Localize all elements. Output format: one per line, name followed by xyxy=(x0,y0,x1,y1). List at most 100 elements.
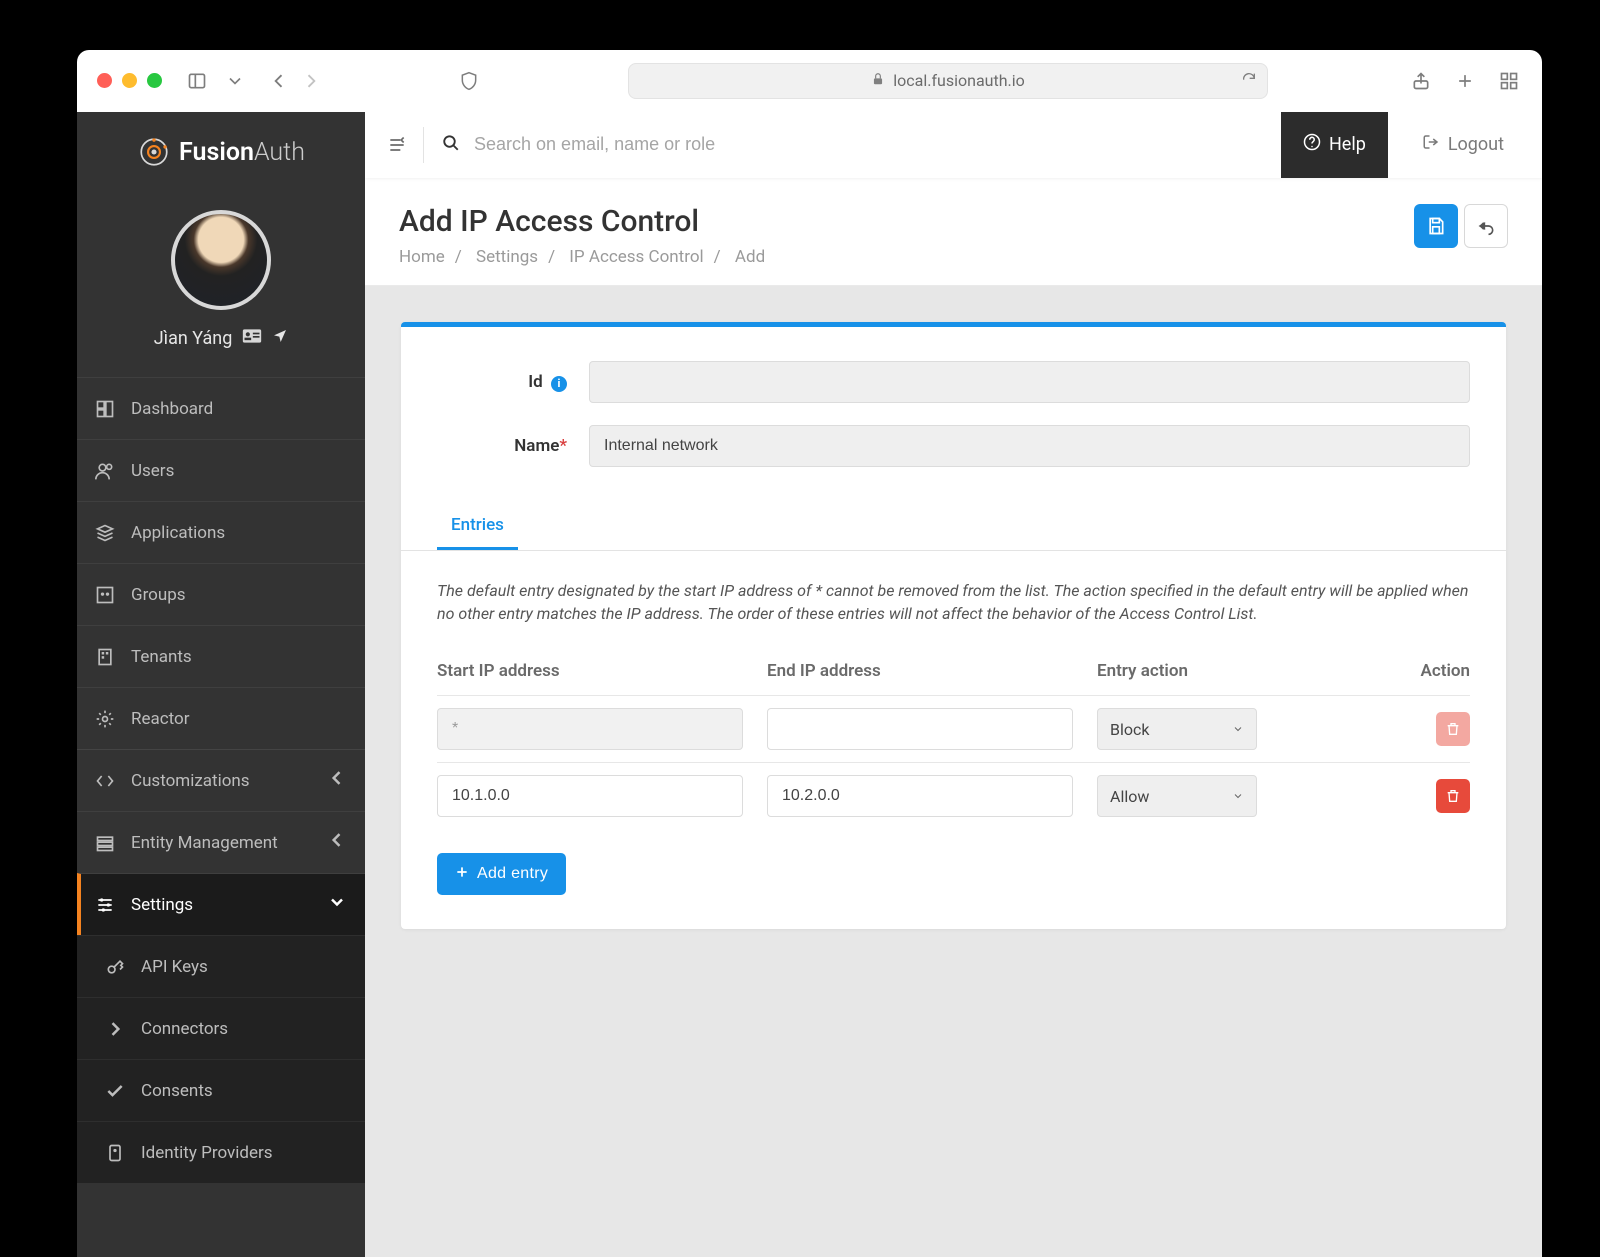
brand: FusionAuth xyxy=(77,112,365,192)
table-row: Block xyxy=(437,696,1470,763)
crumb[interactable]: Settings xyxy=(476,247,538,267)
share-icon[interactable] xyxy=(1408,68,1434,94)
crumb[interactable]: IP Access Control xyxy=(569,247,703,267)
trash-icon xyxy=(1445,788,1461,804)
window-controls xyxy=(97,73,162,88)
add-entry-label: Add entry xyxy=(477,865,548,883)
sidebar-item-dashboard[interactable]: Dashboard xyxy=(77,377,365,439)
back-button[interactable] xyxy=(1464,204,1508,248)
close-window-icon[interactable] xyxy=(97,73,112,88)
sidebar-item-label: Identity Providers xyxy=(141,1143,273,1163)
start-ip-input[interactable] xyxy=(437,775,743,817)
crumb: Add xyxy=(735,247,765,267)
sidebar-item-label: Customizations xyxy=(131,771,250,791)
chevron-left-icon xyxy=(327,768,347,793)
maximize-window-icon[interactable] xyxy=(147,73,162,88)
shield-icon[interactable] xyxy=(456,68,482,94)
sidebar-sub-consents[interactable]: Consents xyxy=(77,1059,365,1121)
sidebar-item-users[interactable]: Users xyxy=(77,439,365,501)
th-start: Start IP address xyxy=(437,661,767,681)
sidebar-item-tenants[interactable]: Tenants xyxy=(77,625,365,687)
user-block: Jìan Yáng xyxy=(77,192,365,377)
browser-window: local.fusionauth.io FusionAuth Jìan Yáng xyxy=(77,50,1542,1257)
logout-button[interactable]: Logout xyxy=(1406,133,1520,156)
url-text: local.fusionauth.io xyxy=(893,71,1025,90)
chevron-down-icon xyxy=(1232,723,1244,735)
end-ip-input[interactable] xyxy=(767,775,1073,817)
sidebar-item-label: Users xyxy=(131,461,174,481)
chevron-down-icon[interactable] xyxy=(222,68,248,94)
entries-table: Start IP address End IP address Entry ac… xyxy=(401,629,1506,829)
logout-label: Logout xyxy=(1448,134,1504,155)
tabs: Entries xyxy=(401,503,1506,551)
sidebar-item-entity-management[interactable]: Entity Management xyxy=(77,811,365,873)
sidebar-item-label: Settings xyxy=(131,895,193,915)
info-icon[interactable]: i xyxy=(551,376,567,392)
end-ip-input[interactable] xyxy=(767,708,1073,750)
sidebar-item-customizations[interactable]: Customizations xyxy=(77,749,365,811)
entry-action-select[interactable]: Block xyxy=(1097,708,1257,750)
nav-list: Dashboard Users Applications Groups Tena… xyxy=(77,377,365,1183)
sidebar-item-label: Groups xyxy=(131,585,186,605)
chevron-down-icon xyxy=(1232,790,1244,802)
page-title: Add IP Access Control xyxy=(399,204,765,239)
panel: Id i Name* Entries The default entry des… xyxy=(401,322,1506,929)
tabs-grid-icon[interactable] xyxy=(1496,68,1522,94)
brand-text: FusionAuth xyxy=(179,138,305,167)
avatar[interactable] xyxy=(171,210,271,310)
sidebar-item-label: Consents xyxy=(141,1081,213,1101)
sidebar-item-applications[interactable]: Applications xyxy=(77,501,365,563)
sidebar-sub-connectors[interactable]: Connectors xyxy=(77,997,365,1059)
entry-action-select[interactable]: Allow xyxy=(1097,775,1257,817)
forward-icon[interactable] xyxy=(298,68,324,94)
id-card-icon[interactable] xyxy=(242,328,262,349)
sidebar-item-groups[interactable]: Groups xyxy=(77,563,365,625)
url-bar[interactable]: local.fusionauth.io xyxy=(628,63,1268,99)
location-arrow-icon[interactable] xyxy=(272,328,288,349)
id-label: Id i xyxy=(437,372,567,392)
minimize-window-icon[interactable] xyxy=(122,73,137,88)
plus-icon xyxy=(455,865,469,884)
th-end: End IP address xyxy=(767,661,1097,681)
sidebar-item-reactor[interactable]: Reactor xyxy=(77,687,365,749)
help-button[interactable]: Help xyxy=(1281,112,1388,178)
topbar: Help Logout xyxy=(365,112,1542,178)
collapse-sidebar-icon[interactable] xyxy=(387,127,424,163)
sidebar-item-label: Dashboard xyxy=(131,399,213,419)
sidebar-sub-identity-providers[interactable]: Identity Providers xyxy=(77,1121,365,1183)
save-button[interactable] xyxy=(1414,204,1458,248)
name-label: Name* xyxy=(437,436,567,456)
browser-toolbar: local.fusionauth.io xyxy=(77,50,1542,112)
th-action: Action xyxy=(1267,661,1470,681)
help-label: Help xyxy=(1329,134,1366,155)
table-row: Allow xyxy=(437,763,1470,829)
breadcrumb: Home/ Settings/ IP Access Control/ Add xyxy=(399,247,765,267)
sidebar-item-label: Entity Management xyxy=(131,833,278,853)
name-field[interactable] xyxy=(589,425,1470,467)
id-field[interactable] xyxy=(589,361,1470,403)
crumb[interactable]: Home xyxy=(399,247,445,267)
plus-icon[interactable] xyxy=(1452,68,1478,94)
content: Id i Name* Entries The default entry des… xyxy=(365,286,1542,1257)
chevron-down-icon xyxy=(327,892,347,917)
search-input[interactable] xyxy=(474,134,854,155)
sidebar-toggle-icon[interactable] xyxy=(184,68,210,94)
tab-entries[interactable]: Entries xyxy=(437,503,518,550)
sidebar-item-label: Applications xyxy=(131,523,225,543)
sidebar-sub-api-keys[interactable]: API Keys xyxy=(77,935,365,997)
delete-row-button[interactable] xyxy=(1436,779,1470,813)
delete-row-button xyxy=(1436,712,1470,746)
logout-icon xyxy=(1422,133,1440,156)
start-ip-input xyxy=(437,708,743,750)
sidebar: FusionAuth Jìan Yáng Dashboard Users App… xyxy=(77,112,365,1257)
th-entry-action: Entry action xyxy=(1097,661,1267,681)
brand-logo-icon xyxy=(137,135,171,169)
back-icon[interactable] xyxy=(266,68,292,94)
sidebar-item-label: Connectors xyxy=(141,1019,228,1039)
add-entry-button[interactable]: Add entry xyxy=(437,853,566,895)
refresh-icon[interactable] xyxy=(1241,71,1257,91)
sidebar-item-settings[interactable]: Settings xyxy=(77,873,365,935)
user-name: Jìan Yáng xyxy=(154,328,233,349)
page-head: Add IP Access Control Home/ Settings/ IP… xyxy=(365,178,1542,286)
lock-icon xyxy=(871,71,885,90)
